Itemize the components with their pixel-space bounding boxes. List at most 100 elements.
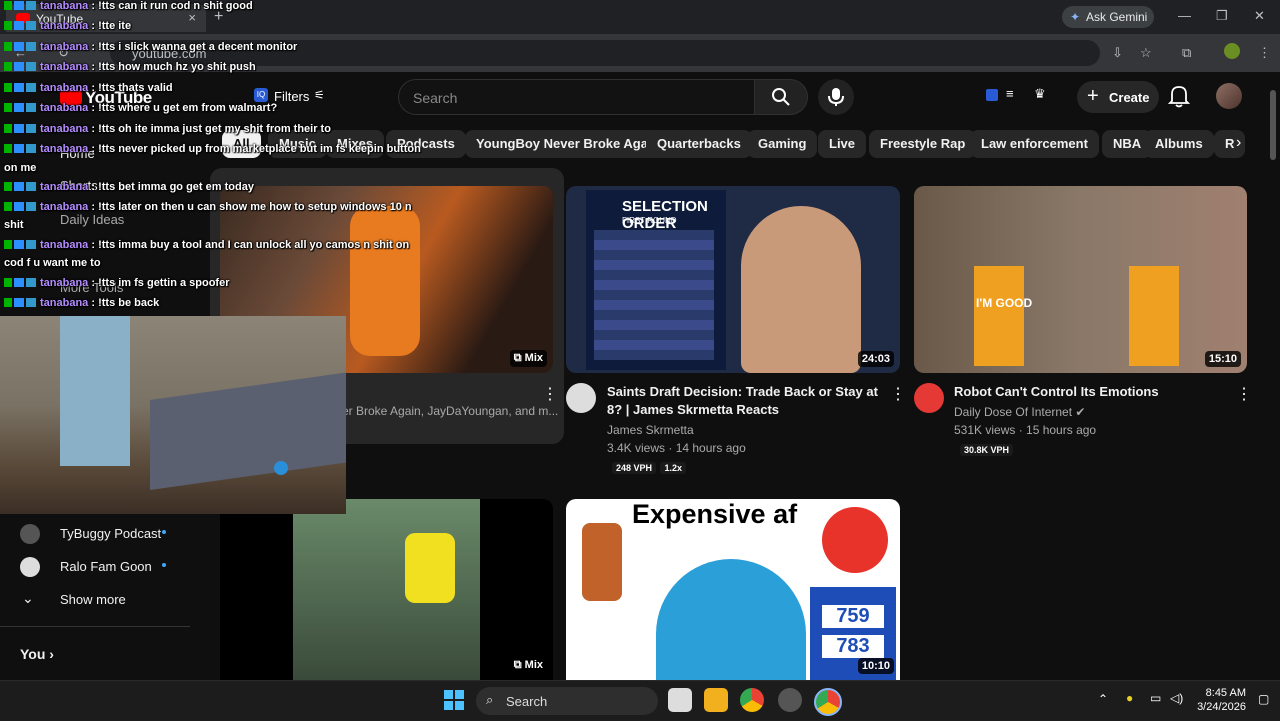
page-scrollbar[interactable] <box>1270 90 1276 160</box>
vph-badge: 30.8K VPH <box>960 440 1014 458</box>
account-avatar[interactable] <box>1216 83 1242 109</box>
close-window-button[interactable]: ✕ <box>1254 8 1265 24</box>
badge-icon <box>26 42 36 51</box>
verified-icon: ✔ <box>1075 405 1086 419</box>
video-thumbnail[interactable]: ⧉ Mix <box>220 499 553 680</box>
notifications-button[interactable] <box>1167 84 1194 110</box>
badge-icon <box>26 83 36 92</box>
network-icon[interactable]: ▭ <box>1150 691 1161 705</box>
chevron-right-icon[interactable]: › <box>1236 134 1241 152</box>
search-box[interactable] <box>398 79 755 115</box>
chip-youngboy[interactable]: YoungBoy Never Broke Again <box>465 130 671 158</box>
chip-albums[interactable]: Albums <box>1144 130 1214 158</box>
badge-icon <box>26 124 36 133</box>
gemini-icon: ✦ <box>1070 10 1081 24</box>
trophy-icon[interactable]: ♛ <box>1034 86 1046 102</box>
microphone-icon[interactable]: ● <box>1126 691 1133 705</box>
mix-badge: ⧉ Mix <box>509 657 547 674</box>
obs-icon[interactable] <box>778 688 802 712</box>
duration-badge: 24:03 <box>857 351 894 367</box>
chat-username: tanabana <box>40 239 89 251</box>
chat-message: : !tts can it run cod n shit good <box>91 0 253 12</box>
bookmark-star-icon[interactable]: ☆ <box>1140 45 1152 61</box>
chat-line: tanabana : !tts bet imma go get em today <box>4 181 254 193</box>
badge-icon <box>26 144 36 153</box>
video-title[interactable]: Robot Can't Control Its Emotions <box>954 383 1224 401</box>
chat-line: tanabana : !tts where u get em from walm… <box>4 102 277 114</box>
chip-live[interactable]: Live <box>818 130 867 158</box>
minimize-button[interactable]: — <box>1178 8 1191 23</box>
badge-icon <box>14 144 24 153</box>
sidebar-you[interactable]: You › <box>20 646 54 662</box>
doordash-logo <box>822 507 888 573</box>
chrome-menu-icon[interactable]: ⋮ <box>1258 45 1271 61</box>
notification-center-icon[interactable]: ▢ <box>1258 692 1269 706</box>
video-thumbnail[interactable]: SELECTION ORDER FIRST ROUND 24:03 <box>566 186 900 373</box>
more-options-icon[interactable]: ⋮ <box>1236 384 1252 404</box>
chat-message: : !tts bet imma go get em today <box>91 181 254 193</box>
mix-label: Mix <box>524 352 543 364</box>
robot-figure <box>974 266 1024 366</box>
vidiq-icon[interactable] <box>986 89 998 101</box>
taskbar-clock[interactable]: 8:45 AM 3/24/2026 <box>1196 686 1246 714</box>
chat-message: : !tte ite <box>91 20 132 32</box>
channel-name[interactable]: James Skrmetta <box>607 421 694 439</box>
video-thumbnail[interactable]: I'M GOOD 15:10 <box>914 186 1247 373</box>
chat-username: tanabana <box>40 181 89 193</box>
chrome-active-icon[interactable] <box>814 688 842 716</box>
chat-message: : !tts oh ite imma just get my shit from… <box>91 123 331 135</box>
show-more-button[interactable]: ⌄ Show more <box>0 584 190 616</box>
badge-icon <box>26 278 36 287</box>
channel-name[interactable]: Daily Dose Of Internet ✔ <box>954 403 1085 421</box>
chip-gaming[interactable]: Gaming <box>747 130 818 158</box>
badge-icon <box>14 240 24 249</box>
chat-line: tanabana : !tts can it run cod n shit go… <box>4 0 253 12</box>
new-content-dot <box>162 563 166 567</box>
windows-start-icon[interactable] <box>444 690 464 710</box>
sidebar-item-ralo[interactable]: Ralo Fam Goon <box>0 551 190 583</box>
restore-button[interactable]: ❐ <box>1216 8 1228 24</box>
file-explorer-icon[interactable] <box>704 688 728 712</box>
voice-search-button[interactable] <box>818 79 854 115</box>
more-options-icon[interactable]: ⋮ <box>542 384 558 404</box>
video-thumbnail[interactable]: Expensive af 759 783 10:10 <box>566 499 900 680</box>
gas-price: 759 <box>822 605 884 628</box>
channel-avatar[interactable] <box>914 383 944 413</box>
channel-avatar <box>20 557 40 577</box>
extensions-icon[interactable]: ⧉ <box>1182 45 1191 61</box>
badge-icon <box>14 182 24 191</box>
chip-law-enforcement[interactable]: Law enforcement <box>970 130 1099 158</box>
chip-quarterbacks[interactable]: Quarterbacks <box>646 130 752 158</box>
sidebar-item-tybuggy[interactable]: TyBuggy Podcast <box>0 518 190 550</box>
chevron-up-icon[interactable]: ⌃ <box>1098 692 1108 706</box>
video-title[interactable]: Saints Draft Decision: Trade Back or Sta… <box>607 383 879 419</box>
sidebar-divider <box>0 626 190 627</box>
person-figure <box>60 316 130 466</box>
channel-label: TyBuggy Podcast <box>60 526 162 541</box>
list-icon[interactable]: ≡ <box>1006 86 1014 101</box>
chevron-down-icon: ⌄ <box>22 590 34 606</box>
bell-icon <box>1167 86 1191 108</box>
chat-line: tanabana : !tts thats valid <box>4 82 173 94</box>
chip-freestyle-rap[interactable]: Freestyle Rap <box>869 130 977 158</box>
badge-icon <box>26 1 36 10</box>
volume-icon[interactable]: ◁) <box>1170 691 1183 705</box>
more-options-icon[interactable]: ⋮ <box>890 384 906 404</box>
badge-icon <box>14 83 24 92</box>
channel-avatar[interactable] <box>566 383 596 413</box>
chat-username: tanabana <box>40 0 89 12</box>
search-input[interactable] <box>411 86 735 110</box>
chrome-icon[interactable] <box>740 688 764 712</box>
store-icon[interactable] <box>668 688 692 712</box>
gas-price: 783 <box>822 635 884 658</box>
vph-label: 30.8K VPH <box>960 444 1014 456</box>
create-button[interactable]: + Create <box>1077 81 1159 113</box>
create-label: Create <box>1109 90 1150 105</box>
taskbar-search[interactable]: ⌕ Search <box>476 687 658 715</box>
chat-line: tanabana : !tts oh ite imma just get my … <box>4 123 331 135</box>
search-button[interactable] <box>754 79 808 115</box>
install-app-icon[interactable]: ⇩ <box>1112 45 1123 61</box>
ask-gemini-button[interactable]: ✦ Ask Gemini <box>1062 6 1154 28</box>
profile-icon[interactable] <box>1224 43 1240 59</box>
badge-icon <box>4 21 12 30</box>
